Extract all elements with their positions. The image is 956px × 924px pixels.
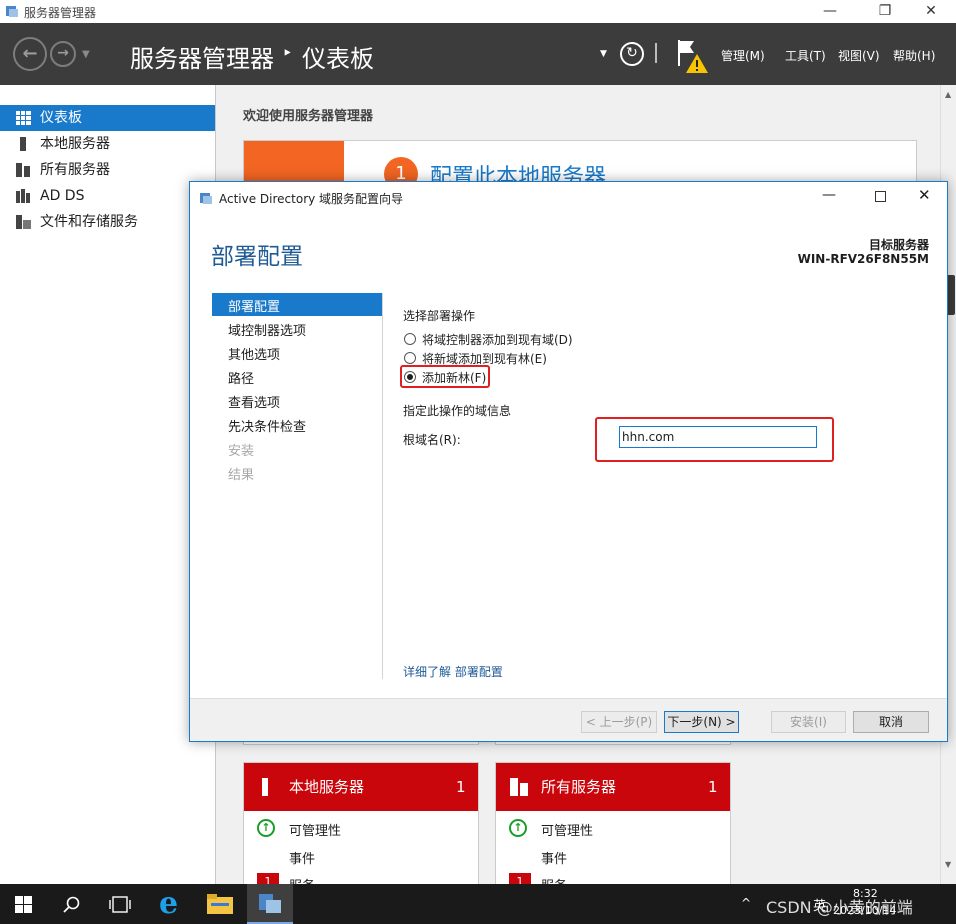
dialog-minimize-button[interactable]: — (822, 187, 836, 203)
radio-add-new-forest[interactable] (404, 371, 416, 383)
tile-count: 1 (708, 778, 718, 796)
scroll-down-icon[interactable]: ▼ (945, 860, 951, 869)
tile-row-events[interactable]: 事件 (541, 848, 567, 867)
scroll-up-icon[interactable]: ▲ (945, 90, 951, 99)
tile-header: 所有服务器 1 (496, 763, 730, 811)
tile-row-manageability[interactable]: 可管理性 (541, 820, 593, 839)
status-ok-icon: ↑ (509, 819, 527, 837)
status-ok-icon: ↑ (257, 819, 275, 837)
file-explorer-icon[interactable] (207, 894, 233, 914)
tile-row-manageability[interactable]: 可管理性 (289, 820, 341, 839)
close-button[interactable]: ✕ (908, 0, 954, 23)
tile-title: 所有服务器 (541, 778, 617, 796)
sidebar-item-label: 文件和存储服务 (40, 214, 138, 230)
install-button: 安装(I) (771, 711, 846, 733)
wizard-button-bar: < 上一步(P) 下一步(N) > 安装(I) 取消 (190, 698, 947, 741)
wizard-nav-prereq[interactable]: 先决条件检查 (228, 416, 306, 435)
sidebar-item-label: 所有服务器 (40, 162, 110, 178)
app-header: ← → ▼ 服务器管理器 ‣ 仪表板 ▼ ↻ 管理(M) 工具(T) 视图(V)… (0, 23, 956, 85)
tile-row-events[interactable]: 事件 (289, 848, 315, 867)
menu-tools[interactable]: 工具(T) (785, 47, 826, 64)
maximize-button[interactable]: ❐ (862, 0, 908, 23)
server-icon (20, 137, 26, 151)
wizard-nav-install: 安装 (228, 444, 255, 459)
section-deployment-op: 选择部署操作 (403, 309, 476, 323)
dialog-maximize-button[interactable] (875, 191, 886, 202)
menu-help[interactable]: 帮助(H) (893, 47, 935, 64)
wizard-nav-results: 结果 (228, 468, 255, 483)
tile-header: 本地服务器 1 (244, 763, 478, 811)
sidebar-item-dashboard[interactable]: 仪表板 (0, 105, 215, 131)
learn-more-link[interactable]: 详细了解 部署配置 (403, 663, 503, 680)
ad-ds-icon (16, 189, 30, 203)
root-domain-input[interactable] (619, 426, 817, 448)
wizard-nav-other-options[interactable]: 其他选项 (228, 344, 280, 363)
tile-count: 1 (456, 778, 466, 796)
welcome-heading: 欢迎使用服务器管理器 (243, 109, 374, 124)
tile-local-server[interactable]: 本地服务器 1 ↑ 可管理性 事件 1 服务 (243, 762, 479, 894)
page-title: 仪表板 (302, 45, 374, 73)
server-manager-icon (259, 894, 281, 913)
search-icon[interactable] (63, 896, 81, 914)
minimize-button[interactable]: — (807, 0, 853, 23)
server-icon (262, 778, 268, 796)
server-manager-taskbar-button[interactable] (247, 884, 293, 924)
wizard-nav-review[interactable]: 查看选项 (228, 392, 280, 411)
prev-button[interactable]: < 上一步(P) (581, 711, 657, 733)
target-server-label: 目标服务器 (868, 238, 929, 252)
breadcrumb-separator: ‣ (282, 43, 293, 64)
back-arrow-icon[interactable]: ← (13, 37, 47, 71)
sidebar-item-local-server[interactable]: 本地服务器 (0, 131, 215, 157)
menu-view[interactable]: 视图(V) (838, 47, 880, 64)
sidebar: 仪表板 本地服务器 所有服务器 AD DS 文件和存储服务 (0, 85, 216, 885)
dialog-close-button[interactable]: ✕ (918, 186, 931, 204)
notification-flag-icon[interactable] (676, 38, 710, 74)
option-label[interactable]: 将域控制器添加到现有域(D) (422, 331, 573, 348)
wizard-nav-dc-options[interactable]: 域控制器选项 (228, 320, 306, 339)
forward-arrow-icon[interactable]: → (50, 41, 76, 67)
wizard-heading: 部署配置 (211, 244, 303, 270)
sidebar-item-all-servers[interactable]: 所有服务器 (0, 157, 215, 183)
internet-explorer-icon[interactable]: e (159, 888, 185, 920)
history-dropdown-icon[interactable]: ▼ (82, 49, 90, 60)
servers-icon (16, 163, 30, 177)
task-view-icon[interactable] (109, 896, 131, 913)
header-divider (655, 43, 657, 63)
server-manager-app-icon (6, 6, 18, 17)
sidebar-item-ad-ds[interactable]: AD DS (0, 183, 215, 209)
notifications-dropdown-icon[interactable]: ▼ (600, 49, 607, 59)
dashboard-icon (16, 111, 31, 125)
storage-icon (16, 215, 31, 229)
wizard-nav-paths[interactable]: 路径 (228, 368, 254, 387)
target-server-name: WIN-RFV26F8N55M (797, 252, 929, 266)
root-domain-label: 根域名(R): (403, 433, 461, 447)
sidebar-item-label: 本地服务器 (40, 136, 110, 152)
wizard-nav-divider (382, 293, 383, 679)
window-title: 服务器管理器 (24, 6, 97, 20)
menu-manage[interactable]: 管理(M) (721, 47, 765, 64)
breadcrumb-root: 服务器管理器 (130, 45, 274, 73)
tile-all-servers[interactable]: 所有服务器 1 ↑ 可管理性 事件 1 服务 (495, 762, 731, 894)
radio-add-domain-existing-forest[interactable] (404, 352, 416, 364)
refresh-icon[interactable]: ↻ (620, 42, 644, 66)
tile-title: 本地服务器 (289, 778, 365, 796)
wizard-app-icon (200, 193, 212, 204)
dialog-title: Active Directory 域服务配置向导 (219, 192, 404, 206)
servers-icon (510, 778, 528, 796)
section-domain-info: 指定此操作的域信息 (403, 404, 512, 418)
csdn-watermark: CSDN @小黄的前端 (766, 898, 913, 917)
sidebar-item-file-storage[interactable]: 文件和存储服务 (0, 209, 215, 235)
sidebar-item-label: 仪表板 (40, 110, 82, 126)
taskbar: e ^ 英 8:32 2023/10/14 CSDN @小黄的前端 (0, 884, 956, 924)
ad-ds-config-wizard: Active Directory 域服务配置向导 — ✕ 部署配置 目标服务器 … (189, 181, 948, 742)
window-title-bar: 服务器管理器 — ❐ ✕ (0, 0, 956, 23)
next-button[interactable]: 下一步(N) > (664, 711, 739, 733)
wizard-nav-deployment[interactable]: 部署配置 (228, 296, 280, 315)
option-label[interactable]: 添加新林(F) (422, 369, 486, 386)
windows-start-icon[interactable] (15, 896, 32, 913)
tray-overflow-icon[interactable]: ^ (741, 896, 751, 910)
cancel-button[interactable]: 取消 (853, 711, 929, 733)
sidebar-item-label: AD DS (40, 188, 85, 204)
radio-add-dc-existing-domain[interactable] (404, 333, 416, 345)
